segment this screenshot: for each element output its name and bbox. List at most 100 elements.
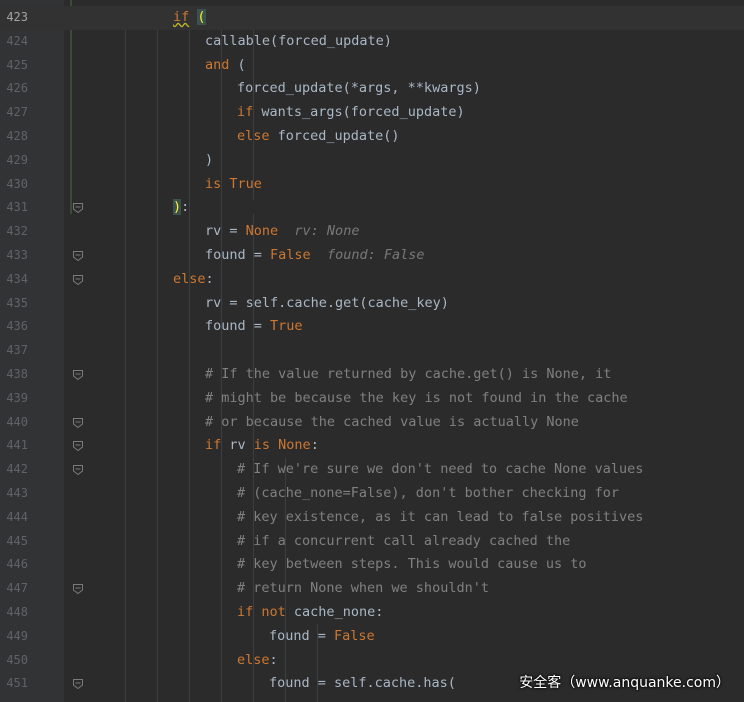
code-token: # (cache_none=False), don't bother check…	[237, 485, 620, 501]
code-token: :	[205, 270, 214, 287]
code-line[interactable]: 431):	[0, 196, 744, 220]
code-token: False	[334, 627, 375, 644]
code-text[interactable]: # key existence, as it can lead to false…	[237, 506, 643, 530]
code-text[interactable]: # If the value returned by cache.get() i…	[205, 363, 611, 387]
code-token: (	[197, 9, 206, 25]
code-line[interactable]: 424 callable(forced_update)	[0, 30, 744, 54]
fold-toggle-icon[interactable]	[72, 417, 84, 429]
code-text[interactable]: # might be because the key is not found …	[205, 387, 628, 411]
code-line[interactable]: 429)	[0, 149, 744, 173]
code-token: cache_none:	[285, 604, 384, 620]
code-token: wants_args(forced_update)	[253, 104, 465, 121]
code-text[interactable]: rv = None rv: None	[205, 220, 359, 244]
code-text[interactable]: callable(forced_update)	[205, 30, 392, 54]
code-token: # return None when we shouldn't	[237, 580, 489, 597]
code-text[interactable]: found = False	[269, 625, 375, 649]
code-token: if	[205, 437, 222, 454]
code-token: rv: None	[294, 223, 360, 240]
fold-toggle-icon[interactable]	[72, 274, 84, 286]
fold-toggle-icon[interactable]	[72, 369, 84, 381]
line-number: 424	[6, 33, 28, 48]
code-text[interactable]: found = False found: False	[205, 244, 424, 268]
code-line[interactable]: 423 if (	[0, 6, 744, 30]
code-token: if	[237, 604, 254, 620]
code-token: callable(forced_update)	[205, 32, 392, 49]
fold-toggle-icon[interactable]	[72, 583, 84, 595]
code-line[interactable]: 437	[0, 339, 744, 363]
fold-toggle-icon[interactable]	[72, 202, 84, 214]
code-text[interactable]: # If we're sure we don't need to cache N…	[237, 458, 643, 482]
code-line[interactable]: 450 else:	[0, 649, 744, 673]
code-line[interactable]: 432 rv = None rv: None	[0, 220, 744, 244]
code-line[interactable]: 444 # key existence, as it can lead to fa…	[0, 506, 744, 530]
code-text[interactable]: if wants_args(forced_update)	[237, 101, 465, 125]
line-number: 431	[6, 200, 28, 215]
code-token: else	[173, 270, 206, 287]
code-text[interactable]: else:	[237, 649, 278, 673]
code-line[interactable]: 428 else forced_update()	[0, 125, 744, 149]
code-line[interactable]: 435 rv = self.cache.get(cache_key)	[0, 292, 744, 316]
code-text[interactable]: if not cache_none:	[237, 601, 383, 625]
code-token: # or because the cached value is actuall…	[205, 413, 579, 430]
code-line[interactable]: 433 found = False found: False	[0, 244, 744, 268]
code-line[interactable]: 439 # might be because the key is not fou…	[0, 387, 744, 411]
fold-toggle-icon[interactable]	[72, 464, 84, 476]
line-number: 423	[6, 10, 28, 24]
code-line[interactable]: 449 found = False	[0, 625, 744, 649]
line-number: 444	[6, 509, 28, 524]
code-token: )	[173, 199, 182, 216]
code-text[interactable]: ):	[173, 196, 189, 220]
code-line[interactable]: 446 # key between steps. This would cause…	[0, 553, 744, 577]
code-line[interactable]: 443 # (cache_none=False), don't bother ch…	[0, 482, 744, 506]
code-editor[interactable]: 423 if (424 callable(forced_update) 425 and …	[0, 0, 744, 702]
code-text[interactable]: # if a concurrent call already cached th…	[237, 530, 570, 554]
code-token: found =	[269, 627, 335, 644]
code-line[interactable]: 445 # if a concurrent call already cached…	[0, 530, 744, 554]
code-token: True	[229, 175, 262, 192]
code-text[interactable]: found = True	[205, 315, 303, 339]
code-text[interactable]: is True	[205, 173, 262, 197]
code-line[interactable]: 448 if not cache_none:	[0, 601, 744, 625]
code-token: # if a concurrent call already cached th…	[237, 532, 571, 549]
code-line[interactable]: 430 is True	[0, 173, 744, 197]
code-token: False	[270, 247, 311, 263]
code-line[interactable]: 438 # If the value returned by cache.get(…	[0, 363, 744, 387]
code-text[interactable]: # or because the cached value is actuall…	[205, 411, 579, 435]
code-token: (	[229, 56, 246, 73]
code-line[interactable]: 425 and (	[0, 54, 744, 78]
line-number: 447	[6, 581, 28, 596]
fold-toggle-icon[interactable]	[72, 250, 84, 262]
code-token: else	[237, 651, 270, 668]
code-text[interactable]: else:	[173, 268, 214, 292]
code-token: is None	[253, 437, 311, 454]
code-text[interactable]: # (cache_none=False), don't bother check…	[237, 482, 619, 506]
code-line[interactable]: 441 if rv is None:	[0, 434, 744, 458]
code-line[interactable]: 426 forced_update(*args, **kwargs)	[0, 77, 744, 101]
code-line[interactable]: 436 found = True	[0, 315, 744, 339]
code-token: :	[181, 199, 190, 216]
code-line[interactable]: 427 if wants_args(forced_update)	[0, 101, 744, 125]
code-line[interactable]: 434 else:	[0, 268, 744, 292]
line-number: 430	[6, 176, 28, 191]
code-line[interactable]: 447 # return None when we shouldn't	[0, 577, 744, 601]
fold-toggle-icon[interactable]	[72, 678, 84, 690]
code-text[interactable]: found = self.cache.has(	[269, 672, 456, 696]
code-text[interactable]: # key between steps. This would cause us…	[237, 553, 587, 577]
code-text[interactable]: if (	[173, 6, 206, 30]
code-text[interactable]: forced_update(*args, **kwargs)	[237, 77, 481, 101]
code-token: not	[261, 604, 286, 620]
code-text[interactable]: rv = self.cache.get(cache_key)	[205, 292, 449, 316]
fold-toggle-icon[interactable]	[72, 440, 84, 452]
line-number: 445	[6, 533, 28, 548]
code-text[interactable]: and (	[205, 54, 246, 78]
code-line[interactable]: 440 # or because the cached value is actu…	[0, 411, 744, 435]
code-line[interactable]: 442 # If we're sure we don't need to cach…	[0, 458, 744, 482]
code-text[interactable]: )	[205, 149, 213, 173]
code-token: forced_update()	[269, 128, 400, 144]
code-text[interactable]: else forced_update()	[237, 125, 400, 149]
code-text[interactable]: # return None when we shouldn't	[237, 577, 489, 601]
code-token: :	[310, 437, 319, 454]
code-text[interactable]: if rv is None:	[205, 434, 319, 458]
